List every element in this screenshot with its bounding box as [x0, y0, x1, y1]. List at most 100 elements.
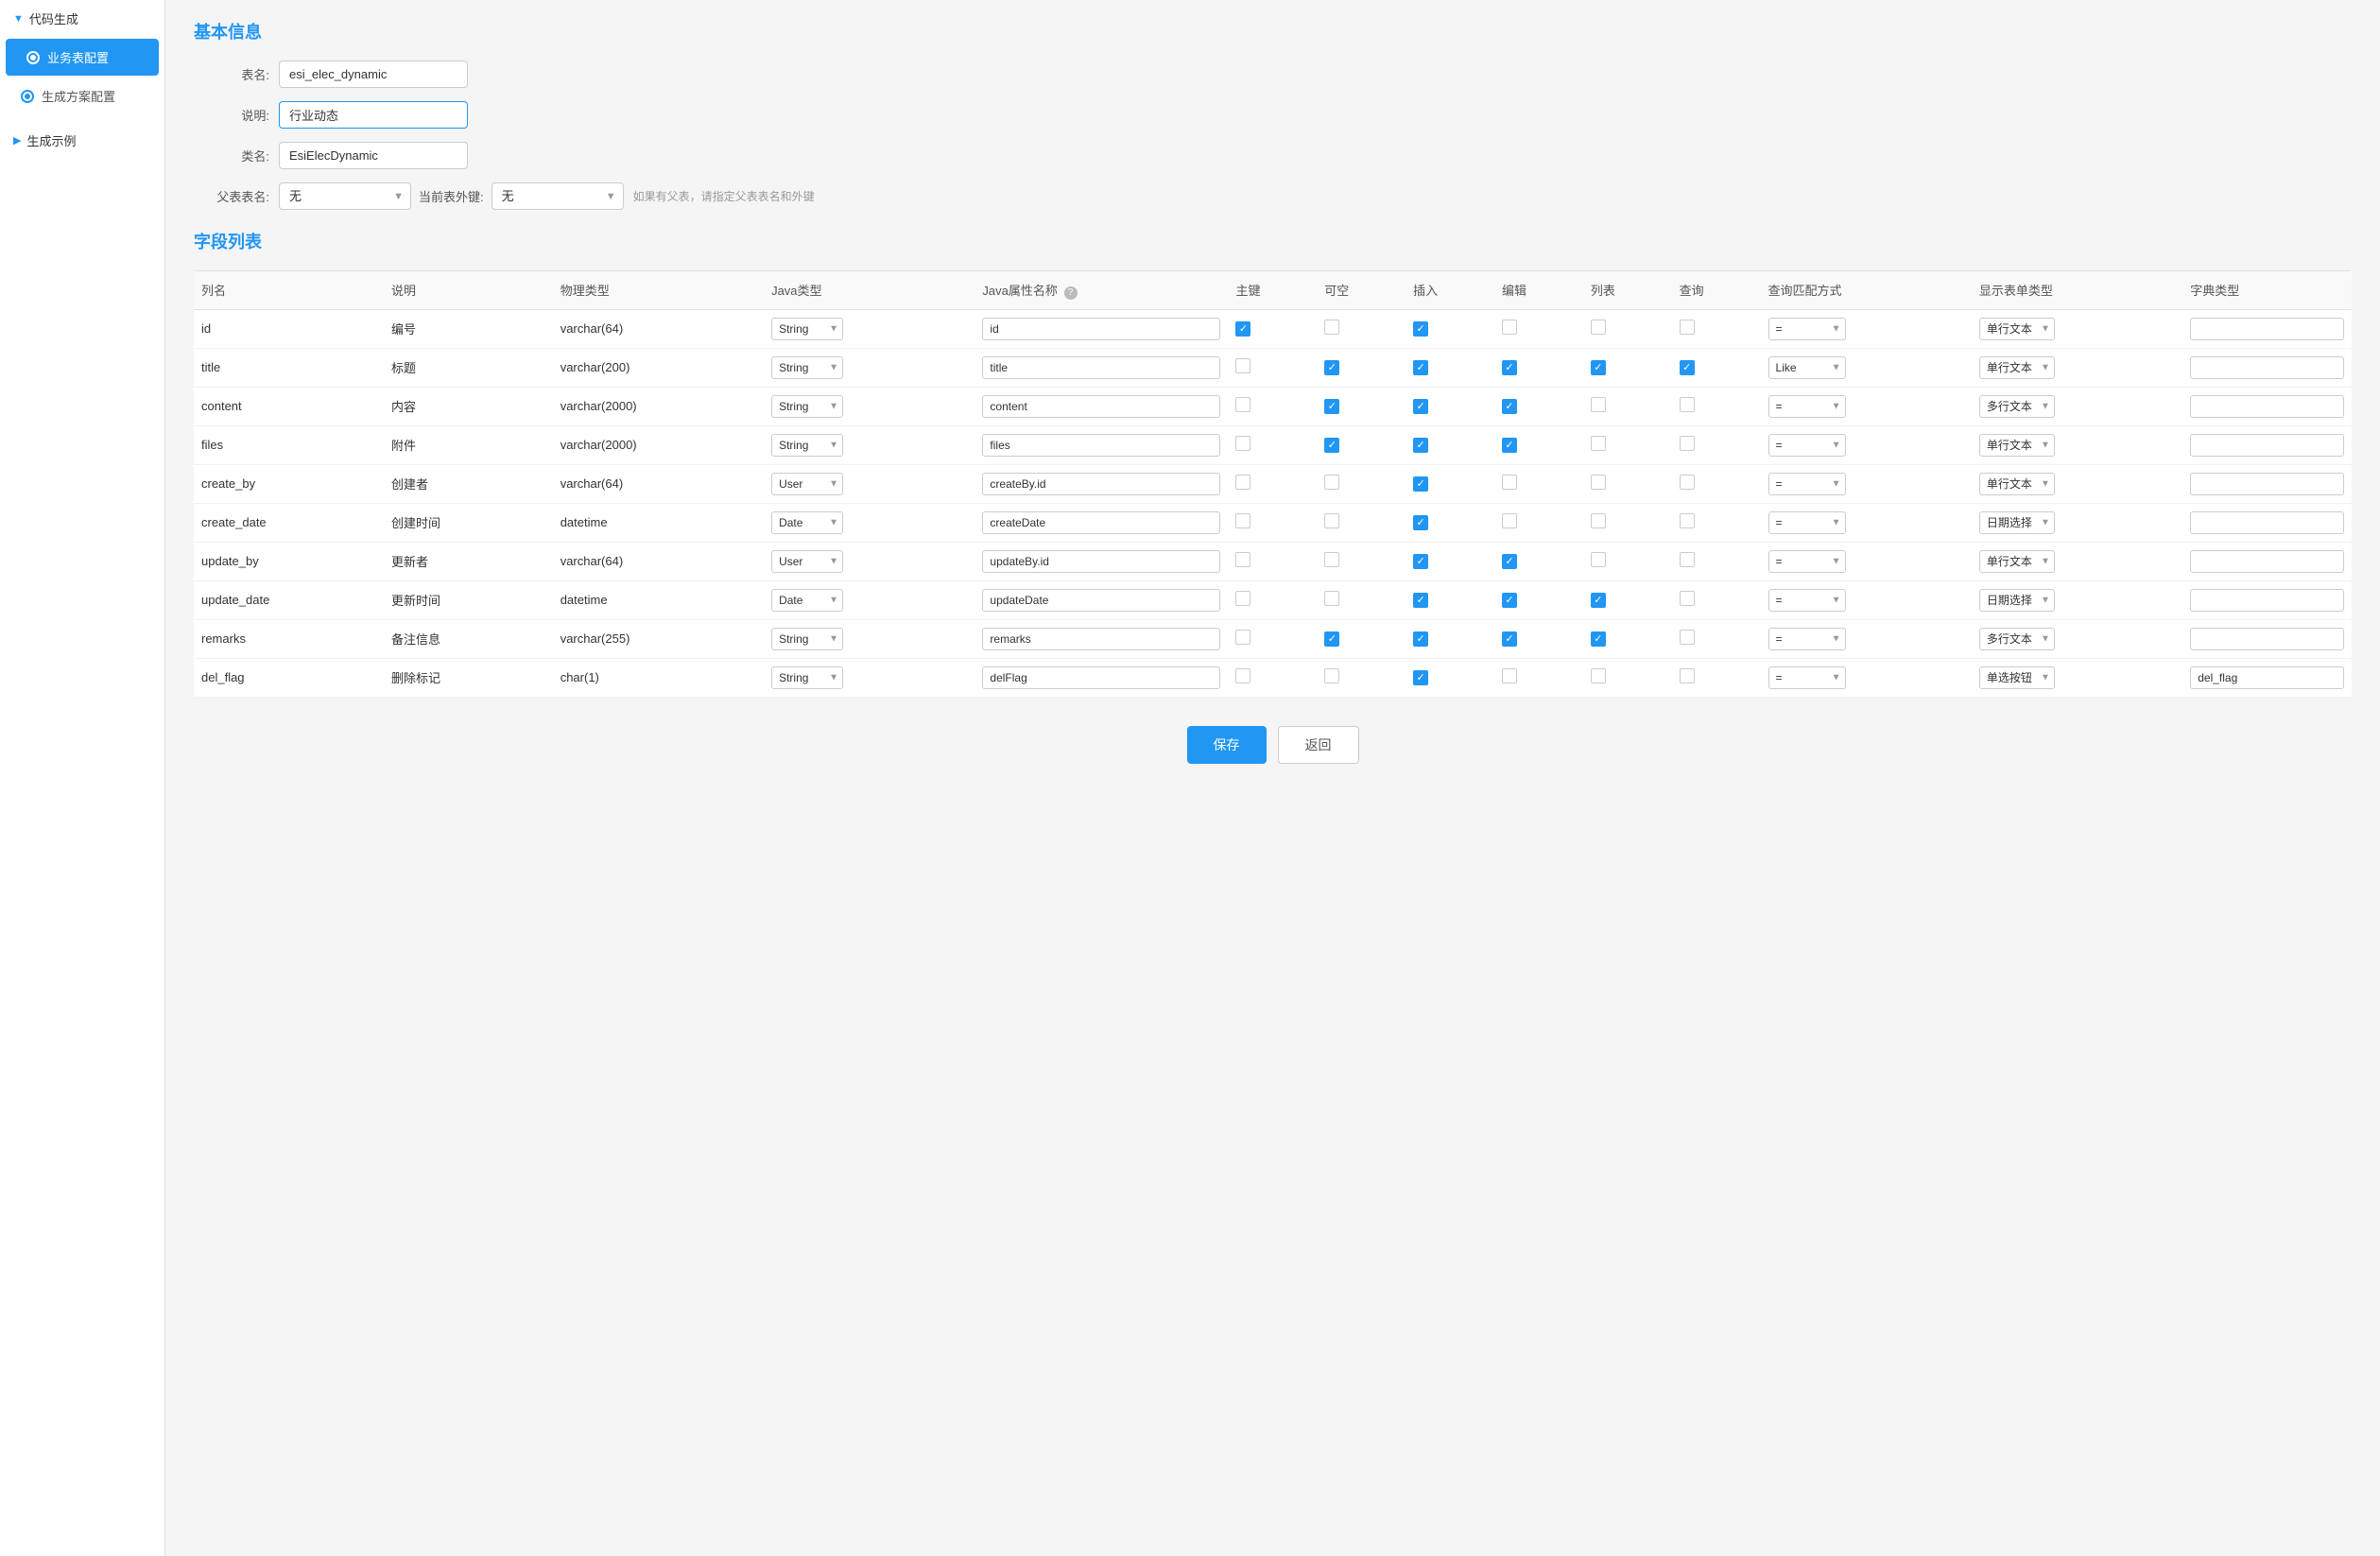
displaytype-select-9[interactable]: 单行文本多行文本日期选择单选按钮复选框下拉选择 — [1979, 666, 2055, 689]
nullable-cb-2[interactable] — [1324, 399, 1339, 414]
querymatch-select-3[interactable]: =!=>>=<<=LikeLikeLeftLikeRight — [1768, 434, 1846, 457]
nullable-cb-4[interactable] — [1324, 475, 1339, 490]
parent-table-select[interactable]: 无 — [279, 182, 411, 210]
desc-input[interactable] — [279, 101, 468, 129]
edit-cb-5[interactable] — [1502, 513, 1517, 528]
pk-cb-0[interactable] — [1235, 321, 1250, 337]
javaattr-input-1[interactable] — [982, 356, 1220, 379]
displaytype-select-4[interactable]: 单行文本多行文本日期选择单选按钮复选框下拉选择 — [1979, 473, 2055, 495]
sidebar-group-genexample-title[interactable]: ▶ 生成示例 — [0, 122, 164, 159]
query-cb-9[interactable] — [1680, 668, 1695, 683]
query-cb-7[interactable] — [1680, 591, 1695, 606]
javatype-select-8[interactable]: StringIntegerLongDoubleBooleanDateUser — [771, 628, 843, 650]
javaattr-input-5[interactable] — [982, 511, 1220, 534]
list-cb-1[interactable] — [1591, 360, 1606, 375]
edit-cb-8[interactable] — [1502, 631, 1517, 647]
query-cb-4[interactable] — [1680, 475, 1695, 490]
dicttype-input-4[interactable] — [2190, 473, 2344, 495]
dicttype-input-6[interactable] — [2190, 550, 2344, 573]
query-cb-2[interactable] — [1680, 397, 1695, 412]
insert-cb-8[interactable] — [1413, 631, 1428, 647]
back-button[interactable]: 返回 — [1278, 726, 1359, 764]
nullable-cb-0[interactable] — [1324, 320, 1339, 335]
querymatch-select-4[interactable]: =!=>>=<<=LikeLikeLeftLikeRight — [1768, 473, 1846, 495]
edit-cb-0[interactable] — [1502, 320, 1517, 335]
query-cb-6[interactable] — [1680, 552, 1695, 567]
fk-select[interactable]: 无 — [492, 182, 624, 210]
displaytype-select-0[interactable]: 单行文本多行文本日期选择单选按钮复选框下拉选择 — [1979, 318, 2055, 340]
javaattr-input-0[interactable] — [982, 318, 1220, 340]
list-cb-6[interactable] — [1591, 552, 1606, 567]
sidebar-group-codegen-title[interactable]: ▼ 代码生成 — [0, 0, 164, 37]
javatype-select-5[interactable]: StringIntegerLongDoubleBooleanDateUser — [771, 511, 843, 534]
pk-cb-1[interactable] — [1235, 358, 1250, 373]
insert-cb-3[interactable] — [1413, 438, 1428, 453]
querymatch-select-9[interactable]: =!=>>=<<=LikeLikeLeftLikeRight — [1768, 666, 1846, 689]
dicttype-input-7[interactable] — [2190, 589, 2344, 612]
javaattr-input-9[interactable] — [982, 666, 1220, 689]
edit-cb-9[interactable] — [1502, 668, 1517, 683]
dicttype-input-5[interactable] — [2190, 511, 2344, 534]
javaattr-input-8[interactable] — [982, 628, 1220, 650]
displaytype-select-1[interactable]: 单行文本多行文本日期选择单选按钮复选框下拉选择 — [1979, 356, 2055, 379]
nullable-cb-8[interactable] — [1324, 631, 1339, 647]
dicttype-input-0[interactable] — [2190, 318, 2344, 340]
pk-cb-9[interactable] — [1235, 668, 1250, 683]
edit-cb-1[interactable] — [1502, 360, 1517, 375]
insert-cb-5[interactable] — [1413, 515, 1428, 530]
displaytype-select-5[interactable]: 单行文本多行文本日期选择单选按钮复选框下拉选择 — [1979, 511, 2055, 534]
javatype-select-1[interactable]: StringIntegerLongDoubleBooleanDateUser — [771, 356, 843, 379]
nullable-cb-5[interactable] — [1324, 513, 1339, 528]
dicttype-input-3[interactable] — [2190, 434, 2344, 457]
displaytype-select-6[interactable]: 单行文本多行文本日期选择单选按钮复选框下拉选择 — [1979, 550, 2055, 573]
pk-cb-3[interactable] — [1235, 436, 1250, 451]
insert-cb-6[interactable] — [1413, 554, 1428, 569]
insert-cb-9[interactable] — [1413, 670, 1428, 685]
list-cb-7[interactable] — [1591, 593, 1606, 608]
edit-cb-6[interactable] — [1502, 554, 1517, 569]
displaytype-select-7[interactable]: 单行文本多行文本日期选择单选按钮复选框下拉选择 — [1979, 589, 2055, 612]
list-cb-9[interactable] — [1591, 668, 1606, 683]
edit-cb-2[interactable] — [1502, 399, 1517, 414]
querymatch-select-1[interactable]: =!=>>=<<=LikeLikeLeftLikeRight — [1768, 356, 1846, 379]
javaattr-input-6[interactable] — [982, 550, 1220, 573]
querymatch-select-2[interactable]: =!=>>=<<=LikeLikeLeftLikeRight — [1768, 395, 1846, 418]
dicttype-input-1[interactable] — [2190, 356, 2344, 379]
list-cb-4[interactable] — [1591, 475, 1606, 490]
querymatch-select-7[interactable]: =!=>>=<<=LikeLikeLeftLikeRight — [1768, 589, 1846, 612]
query-cb-3[interactable] — [1680, 436, 1695, 451]
sidebar-item-gen-plan[interactable]: 生成方案配置 — [0, 78, 164, 114]
nullable-cb-1[interactable] — [1324, 360, 1339, 375]
dicttype-input-8[interactable] — [2190, 628, 2344, 650]
query-cb-8[interactable] — [1680, 630, 1695, 645]
javatype-select-9[interactable]: StringIntegerLongDoubleBooleanDateUser — [771, 666, 843, 689]
querymatch-select-0[interactable]: =!=>>=<<=LikeLikeLeftLikeRight — [1768, 318, 1846, 340]
list-cb-8[interactable] — [1591, 631, 1606, 647]
nullable-cb-9[interactable] — [1324, 668, 1339, 683]
javaattr-input-4[interactable] — [982, 473, 1220, 495]
list-cb-3[interactable] — [1591, 436, 1606, 451]
querymatch-select-8[interactable]: =!=>>=<<=LikeLikeLeftLikeRight — [1768, 628, 1846, 650]
class-name-input[interactable] — [279, 142, 468, 169]
querymatch-select-5[interactable]: =!=>>=<<=LikeLikeLeftLikeRight — [1768, 511, 1846, 534]
sidebar-item-biz-table[interactable]: 业务表配置 — [6, 39, 159, 76]
nullable-cb-3[interactable] — [1324, 438, 1339, 453]
edit-cb-4[interactable] — [1502, 475, 1517, 490]
list-cb-2[interactable] — [1591, 397, 1606, 412]
help-icon[interactable]: ? — [1064, 286, 1078, 300]
table-name-input[interactable] — [279, 61, 468, 88]
javatype-select-2[interactable]: StringIntegerLongDoubleBooleanDateUser — [771, 395, 843, 418]
insert-cb-1[interactable] — [1413, 360, 1428, 375]
query-cb-1[interactable] — [1680, 360, 1695, 375]
insert-cb-4[interactable] — [1413, 476, 1428, 492]
pk-cb-2[interactable] — [1235, 397, 1250, 412]
javaattr-input-2[interactable] — [982, 395, 1220, 418]
list-cb-0[interactable] — [1591, 320, 1606, 335]
javatype-select-3[interactable]: StringIntegerLongDoubleBooleanDateUser — [771, 434, 843, 457]
insert-cb-7[interactable] — [1413, 593, 1428, 608]
pk-cb-6[interactable] — [1235, 552, 1250, 567]
dicttype-input-9[interactable] — [2190, 666, 2344, 689]
javatype-select-6[interactable]: StringIntegerLongDoubleBooleanDateUser — [771, 550, 843, 573]
querymatch-select-6[interactable]: =!=>>=<<=LikeLikeLeftLikeRight — [1768, 550, 1846, 573]
displaytype-select-3[interactable]: 单行文本多行文本日期选择单选按钮复选框下拉选择 — [1979, 434, 2055, 457]
